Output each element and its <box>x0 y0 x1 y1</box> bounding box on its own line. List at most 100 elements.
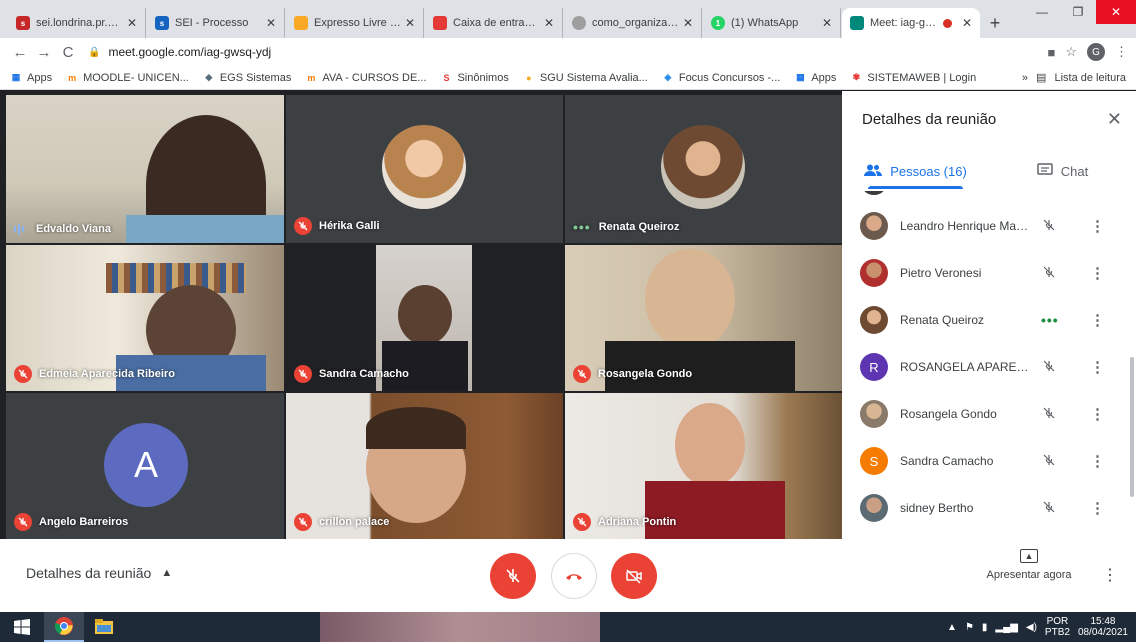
browser-tab-3[interactable]: Caixa de entrada ( ✕ <box>425 8 563 38</box>
bookmark-item[interactable]: ◆ EGS Sistemas <box>203 71 292 84</box>
browser-tab-5[interactable]: 1 (1) WhatsApp ✕ <box>703 8 841 38</box>
participant-tile[interactable]: Sandra Camacho <box>286 245 563 391</box>
close-tab-icon[interactable]: ✕ <box>266 16 276 30</box>
close-window-icon[interactable]: ✕ <box>1096 0 1136 24</box>
list-item[interactable]: Rosangela Gondo ⋮ <box>842 391 1136 437</box>
back-icon[interactable]: ← <box>8 40 32 64</box>
camera-permission-icon[interactable]: ■ <box>1047 45 1055 60</box>
minimize-icon[interactable]: — <box>1024 0 1060 24</box>
url-text: meet.google.com/iag-gwsq-ydj <box>108 45 272 59</box>
language-code: POR <box>1046 616 1069 627</box>
whatsapp-icon: 1 <box>711 16 725 30</box>
avatar: S <box>860 447 888 475</box>
tab-people[interactable]: Pessoas (16) <box>842 153 989 189</box>
mail-icon <box>433 16 447 30</box>
volume-icon[interactable]: ◀) <box>1026 622 1037 633</box>
participant-avatar <box>382 125 466 209</box>
start-button[interactable] <box>0 612 44 642</box>
participant-name: crillon palace <box>319 516 390 528</box>
bookmark-item[interactable]: ▦ Apps <box>10 72 52 84</box>
close-tab-icon[interactable]: ✕ <box>127 16 137 30</box>
participant-tile[interactable]: Adriana Pontin <box>565 393 842 539</box>
mic-toggle-button[interactable] <box>490 553 536 599</box>
mic-off-icon <box>573 365 591 383</box>
leave-call-button[interactable] <box>551 553 597 599</box>
close-panel-icon[interactable]: ✕ <box>1107 109 1122 130</box>
bookmark-item[interactable]: ▦ Apps <box>794 72 836 84</box>
bookmark-item[interactable]: m AVA - CURSOS DE... <box>305 72 426 84</box>
flag-icon[interactable]: ⚑ <box>965 622 974 633</box>
avatar <box>860 400 888 428</box>
list-item[interactable]: S Sandra Camacho ⋮ <box>842 438 1136 484</box>
profile-avatar[interactable]: G <box>1087 43 1105 61</box>
input-language[interactable]: POR PTB2 <box>1045 616 1070 638</box>
more-options-icon[interactable]: ⋮ <box>1090 452 1105 470</box>
list-item[interactable]: sidney Bertho ⋮ <box>842 485 1136 531</box>
bookmark-label: EGS Sistemas <box>219 71 292 84</box>
participant-name: Renata Queiroz <box>598 221 680 233</box>
bookmark-item[interactable]: ◈ Focus Concursos -... <box>662 72 780 84</box>
list-item[interactable]: Pietro Veronesi ⋮ <box>842 250 1136 296</box>
browser-tab-4[interactable]: como_organizar_un ✕ <box>564 8 702 38</box>
meeting-details-toggle[interactable]: Detalhes da reunião ▲ <box>26 565 172 581</box>
participant-tile[interactable]: Hérika Galli <box>286 95 563 243</box>
camera-toggle-button[interactable] <box>611 553 657 599</box>
chevron-up-icon: ▲ <box>161 567 173 579</box>
person-name: Pietro Veronesi <box>900 266 982 280</box>
file-explorer-taskbar-app[interactable] <box>84 612 124 642</box>
clock[interactable]: 15:48 08/04/2021 <box>1078 616 1128 638</box>
chevron-up-icon[interactable]: ▲ <box>947 622 957 633</box>
more-options-icon[interactable]: ⋮ <box>1090 217 1105 235</box>
chrome-taskbar-app[interactable] <box>44 612 84 642</box>
participant-tile[interactable]: Edvaldo Viana <box>6 95 284 243</box>
participant-tile[interactable]: Edmeia Aparecida Ribeiro <box>6 245 284 391</box>
close-tab-icon[interactable]: ✕ <box>405 16 415 30</box>
close-tab-icon[interactable]: ✕ <box>544 16 554 30</box>
browser-tab-6[interactable]: Meet: iag-gwsc ✕ <box>842 8 980 38</box>
people-list-scrollbar[interactable] <box>1130 357 1134 497</box>
participant-tile[interactable]: Rosangela Gondo <box>565 245 842 391</box>
present-now-button[interactable]: ▲ Apresentar agora <box>984 549 1074 581</box>
restore-icon[interactable]: ❐ <box>1060 0 1096 24</box>
forward-icon[interactable]: → <box>32 40 56 64</box>
browser-tab-1[interactable]: s SEI - Processo ✕ <box>147 8 285 38</box>
sei-icon: s <box>16 16 30 30</box>
bookmark-item[interactable]: S Sinônimos <box>440 72 508 84</box>
bookmark-item[interactable]: m MOODLE- UNICEN... <box>66 72 189 84</box>
more-bookmarks-icon[interactable]: » <box>1022 72 1028 84</box>
signal-icon[interactable]: ▂▄▆ <box>995 622 1017 633</box>
network-icon[interactable]: ▮ <box>982 622 988 633</box>
address-bar[interactable]: 🔒 meet.google.com/iag-gwsq-ydj <box>80 40 1047 64</box>
more-options-icon[interactable]: ⋮ <box>1090 499 1105 517</box>
video-shirt <box>126 215 284 243</box>
bookmark-item[interactable]: ● SGU Sistema Avalia... <box>523 72 648 84</box>
browser-tab-2[interactable]: Expresso Livre [Exp ✕ <box>286 8 424 38</box>
more-options-icon[interactable]: ⋮ <box>1090 311 1105 329</box>
tab-chat[interactable]: Chat <box>989 153 1136 189</box>
close-tab-icon[interactable]: ✕ <box>962 16 972 30</box>
bookmark-star-icon[interactable]: ☆ <box>1065 44 1077 60</box>
more-options-icon[interactable]: ⋮ <box>1090 405 1105 423</box>
browser-menu-icon[interactable]: ⋮ <box>1115 44 1128 60</box>
more-options-icon[interactable]: ⋮ <box>1090 358 1105 376</box>
chat-icon <box>1037 162 1053 180</box>
close-tab-icon[interactable]: ✕ <box>683 16 693 30</box>
more-options-icon[interactable]: ⋮ <box>1090 264 1105 282</box>
reload-icon[interactable]: C <box>56 40 80 64</box>
sgu-icon: ● <box>526 72 532 83</box>
browser-tab-0[interactable]: s sei.londrina.pr.gov. ✕ <box>8 8 146 38</box>
mic-off-icon <box>294 365 312 383</box>
participant-tile[interactable]: ••• Renata Queiroz <box>565 95 842 243</box>
participant-tile[interactable]: crillon palace <box>286 393 563 539</box>
mic-off-icon <box>1042 453 1056 470</box>
new-tab-button[interactable]: + <box>981 8 1009 38</box>
list-item[interactable]: R ROSANGELA APARECID... ⋮ <box>842 344 1136 390</box>
list-item[interactable]: Renata Queiroz ••• ⋮ <box>842 297 1136 343</box>
more-options-icon[interactable]: ⋮ <box>1102 565 1118 585</box>
list-item[interactable]: Leandro Henrique Mag... ⋮ <box>842 203 1136 249</box>
participant-tile[interactable]: A Angelo Barreiros <box>6 393 284 539</box>
reading-list-button[interactable]: Lista de leitura <box>1054 72 1126 84</box>
bookmarks-bar: ▦ Apps m MOODLE- UNICEN... ◆ EGS Sistemas m… <box>0 66 1136 90</box>
close-tab-icon[interactable]: ✕ <box>822 16 832 30</box>
bookmark-item[interactable]: ✾ SISTEMAWEB | Login <box>850 72 977 84</box>
